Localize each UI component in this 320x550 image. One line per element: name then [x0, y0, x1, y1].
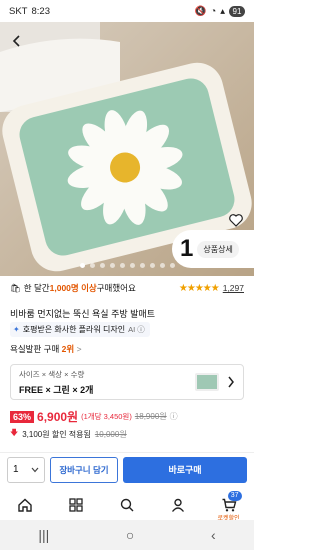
option-values: FREE × 그린 × 2개: [19, 384, 94, 395]
ai-summary: ✦ 호평받은 화사한 플라워 디자인 AI ⓘ: [10, 322, 150, 337]
ai-info-label[interactable]: AI ⓘ: [128, 324, 145, 335]
carousel-dot[interactable]: [109, 263, 115, 268]
category-rank[interactable]: 욕실발판 구매 2위 >: [10, 343, 82, 355]
product-title: 비바룸 먼지없는 뚝신 욕실 주방 발매트: [10, 309, 155, 319]
people-icon: 🛍: [10, 282, 21, 293]
carousel-dot[interactable]: [159, 263, 165, 268]
product-image-gallery[interactable]: 1 상품상세: [0, 22, 254, 276]
carousel-dot[interactable]: [129, 263, 135, 268]
cart-count-badge: 37: [227, 491, 242, 501]
search-icon: [120, 498, 134, 512]
product-detail-button[interactable]: 상품상세: [197, 240, 239, 258]
option-selector[interactable]: 사이즈 × 색상 × 수량 FREE × 그린 × 2개: [10, 364, 244, 400]
carousel-dot[interactable]: [149, 263, 155, 268]
back-icon[interactable]: ‹: [211, 527, 216, 543]
signal-icon: ▴: [220, 5, 225, 17]
price-row: 63% 6,900원 (1개당 3,450원) 18,900원 ⓘ: [10, 408, 178, 425]
mute-icon: 🔇: [194, 5, 207, 17]
chevron-right-icon: [228, 376, 234, 388]
image-index: 1: [180, 235, 194, 262]
chevron-down-icon: [31, 467, 39, 472]
tab-my-account[interactable]: [163, 491, 193, 519]
wishlist-button[interactable]: [226, 210, 246, 230]
status-bar: SKT 8:23 🔇 ◔ ▴ 91: [0, 0, 254, 22]
person-icon: [171, 498, 184, 512]
option-keys: 사이즈 × 색상 × 수량: [19, 369, 85, 379]
category-grid-icon: [69, 498, 83, 512]
home-circle-icon[interactable]: ○: [126, 527, 134, 543]
promo-prefix: 한 달간: [23, 283, 50, 293]
rank-value: 2위: [61, 344, 75, 354]
carousel-dot[interactable]: [79, 263, 85, 268]
system-navigation-bar: ||| ○ ‹: [0, 520, 254, 550]
wifi-icon: ◔: [210, 5, 217, 17]
carrier: SKT: [9, 5, 28, 17]
purchase-promo-row: 🛍 한 달간 1,000명 이상 구매했어요 ★★★★★ 1,297: [0, 276, 254, 300]
review-count[interactable]: 1,297: [223, 283, 244, 293]
coupon-discount-text: 3,100원 할인 적용됨: [22, 429, 91, 439]
coupon-original-price: 10,000원: [94, 429, 127, 439]
info-icon[interactable]: ⓘ: [170, 411, 178, 422]
coupon-row: 🡇 3,100원 할인 적용됨 10,000원: [10, 427, 127, 441]
chevron-right-icon: >: [76, 344, 82, 354]
bottom-tab-bar: 37 로켓할인: [0, 490, 254, 522]
chevron-left-icon: [12, 35, 20, 47]
clock: 8:23: [31, 5, 50, 17]
rating[interactable]: ★★★★★ 1,297: [179, 283, 244, 294]
carousel-dot[interactable]: [89, 263, 95, 268]
sparkle-icon: ✦: [13, 325, 20, 334]
heart-icon: [229, 214, 243, 227]
promo-suffix: 구매했어요: [96, 283, 136, 293]
carousel-dot[interactable]: [139, 263, 145, 268]
promo-highlight: 1,000명 이상: [49, 283, 97, 293]
original-price: 18,900원: [134, 412, 167, 421]
home-icon: [18, 498, 33, 512]
quantity-selector[interactable]: 1: [7, 456, 45, 483]
star-rating-icon: ★★★★★: [178, 282, 220, 294]
tab-categories[interactable]: [61, 491, 91, 519]
unit-price: (1개당 3,450원): [81, 412, 132, 421]
purchase-action-bar: 1 장바구니 담기 바로구매: [0, 452, 254, 486]
buy-now-button[interactable]: 바로구매: [123, 456, 247, 483]
rank-prefix: 욕실발판 구매: [10, 344, 62, 354]
battery-indicator: 91: [229, 5, 245, 17]
tab-search[interactable]: [112, 491, 142, 519]
carousel-dots: [0, 263, 254, 268]
option-thumbnail: [195, 373, 219, 391]
add-to-cart-button[interactable]: 장바구니 담기: [50, 456, 118, 483]
tab-home[interactable]: [10, 491, 40, 519]
carousel-dot[interactable]: [119, 263, 125, 268]
tab-cart[interactable]: 37 로켓할인: [214, 491, 244, 522]
carousel-dot[interactable]: [99, 263, 105, 268]
recent-apps-icon[interactable]: |||: [38, 527, 49, 543]
quantity-value: 1: [13, 464, 19, 475]
back-button[interactable]: [4, 28, 30, 54]
sale-price: 6,900원: [37, 410, 79, 424]
carousel-dot[interactable]: [169, 263, 175, 268]
discount-badge: 63%: [10, 410, 35, 423]
down-arrow-icon: 🡇: [10, 428, 19, 437]
ai-summary-text: 호평받은 화사한 플라워 디자인: [22, 325, 126, 334]
